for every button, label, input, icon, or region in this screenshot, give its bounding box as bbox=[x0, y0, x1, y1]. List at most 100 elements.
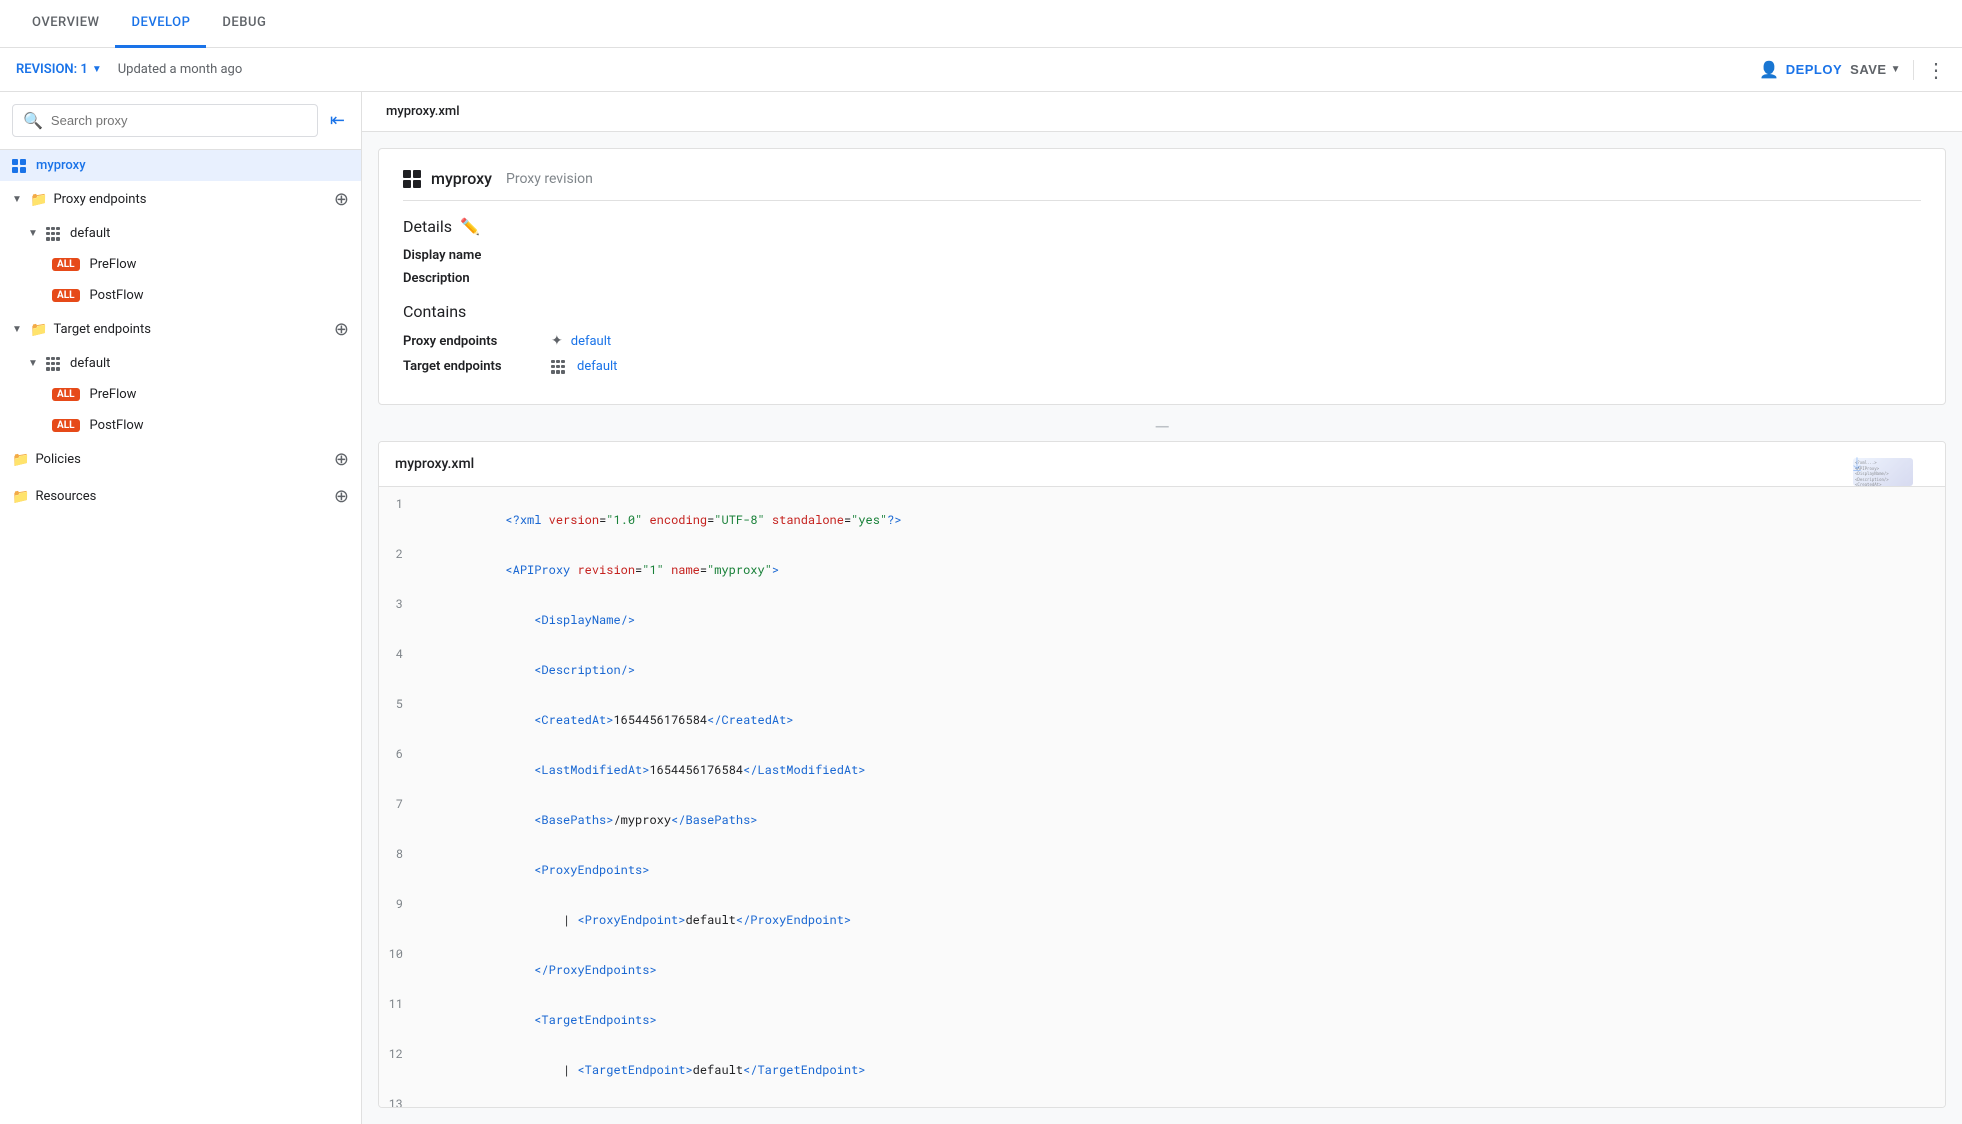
xml-line-4: 4 <Description/> bbox=[379, 645, 1945, 695]
description-row: Description bbox=[403, 271, 1921, 286]
xml-line-9: 9 | <ProxyEndpoint>default</ProxyEndpoin… bbox=[379, 895, 1945, 945]
sidebar-item-proxy-postflow[interactable]: ALL PostFlow bbox=[0, 280, 361, 311]
sidebar-item-target-preflow[interactable]: ALL PreFlow bbox=[0, 379, 361, 410]
proxy-endpoint-diamond-icon: ✦ bbox=[551, 333, 563, 349]
deploy-icon: 👤 bbox=[1759, 60, 1779, 80]
add-proxy-endpoint-icon[interactable]: ⊕ bbox=[334, 189, 349, 210]
revision-bar: REVISION: 1 ▼ Updated a month ago 👤 DEPL… bbox=[0, 48, 1962, 92]
collapse-sidebar-icon[interactable]: ⇤ bbox=[326, 106, 349, 135]
target-endpoint-default-link[interactable]: default bbox=[577, 359, 617, 374]
display-name-label: Display name bbox=[403, 248, 523, 263]
chevron-down-icon-target-default: ▼ bbox=[28, 358, 40, 369]
proxy-icon bbox=[12, 159, 26, 173]
tab-develop[interactable]: DEVELOP bbox=[115, 0, 206, 48]
proxy-endpoints-label: Proxy endpoints bbox=[53, 192, 327, 207]
xml-content: 1 <?xml version="1.0" encoding="UTF-8" s… bbox=[379, 487, 1945, 1108]
sidebar-item-proxy-preflow[interactable]: ALL PreFlow bbox=[0, 249, 361, 280]
contains-section: Contains Proxy endpoints ✦ default Targe… bbox=[403, 302, 1921, 374]
target-preflow-label: PreFlow bbox=[90, 387, 349, 402]
xml-line-13: 13 </TargetEndpoints> bbox=[379, 1095, 1945, 1108]
xml-line-11: 11 <TargetEndpoints> bbox=[379, 995, 1945, 1045]
sidebar-item-default-target[interactable]: ▼ default bbox=[0, 348, 361, 379]
tab-debug[interactable]: DEBUG bbox=[206, 0, 282, 48]
sidebar-item-policies[interactable]: 📁 Policies ⊕ bbox=[0, 441, 361, 478]
xml-line-1: 1 <?xml version="1.0" encoding="UTF-8" s… bbox=[379, 495, 1945, 545]
save-button[interactable]: SAVE ▼ bbox=[1850, 62, 1901, 77]
search-input-wrap[interactable]: 🔍 bbox=[12, 104, 318, 137]
all-badge-proxy-pre: ALL bbox=[52, 258, 80, 271]
all-badge-target-pre: ALL bbox=[52, 388, 80, 401]
proxy-detail-card: myproxy Proxy revision Details ✏️ Displa… bbox=[378, 148, 1946, 405]
chevron-down-icon: ▼ bbox=[12, 194, 24, 205]
policies-folder-icon: 📁 bbox=[12, 452, 29, 468]
resources-folder-icon: 📁 bbox=[12, 489, 29, 505]
add-target-endpoint-icon[interactable]: ⊕ bbox=[334, 319, 349, 340]
policies-label: Policies bbox=[35, 452, 327, 467]
main-layout: 🔍 ⇤ myproxy ▼ 📁 Proxy endpoints ⊕ ▼ bbox=[0, 92, 1962, 1124]
revision-selector[interactable]: REVISION: 1 ▼ bbox=[16, 62, 102, 77]
target-endpoints-contains-label: Target endpoints bbox=[403, 359, 543, 374]
divider bbox=[1913, 60, 1914, 80]
target-folder-icon: 📁 bbox=[30, 322, 47, 338]
display-name-row: Display name bbox=[403, 248, 1921, 263]
xml-line-3: 3 <DisplayName/> bbox=[379, 595, 1945, 645]
tab-overview[interactable]: OVERVIEW bbox=[16, 0, 115, 48]
xml-line-10: 10 </ProxyEndpoints> bbox=[379, 945, 1945, 995]
sidebar-item-target-endpoints[interactable]: ▼ 📁 Target endpoints ⊕ bbox=[0, 311, 361, 348]
folder-icon: 📁 bbox=[30, 192, 47, 208]
target-postflow-label: PostFlow bbox=[90, 418, 349, 433]
card-header: myproxy Proxy revision bbox=[403, 169, 1921, 201]
file-tab-bar: myproxy.xml bbox=[362, 92, 1962, 132]
target-endpoints-label: Target endpoints bbox=[53, 322, 327, 337]
card-proxy-name: myproxy bbox=[431, 169, 492, 188]
sidebar-search-bar: 🔍 ⇤ bbox=[0, 92, 361, 150]
xml-line-2: 2 <APIProxy revision="1" name="myproxy"> bbox=[379, 545, 1945, 595]
xml-header: myproxy.xml ⤓ <?xml...><APIProxy><Displa… bbox=[379, 442, 1945, 487]
card-proxy-icon bbox=[403, 170, 421, 188]
add-resource-icon[interactable]: ⊕ bbox=[334, 486, 349, 507]
deploy-button[interactable]: 👤 DEPLOY bbox=[1759, 60, 1842, 80]
default-target-label: default bbox=[70, 356, 349, 371]
all-badge-proxy-post: ALL bbox=[52, 289, 80, 302]
resources-label: Resources bbox=[35, 489, 327, 504]
xml-section-title: myproxy.xml bbox=[395, 456, 474, 472]
target-endpoints-contains-row: Target endpoints default bbox=[403, 359, 1921, 374]
contains-title: Contains bbox=[403, 302, 1921, 321]
edit-icon[interactable]: ✏️ bbox=[460, 217, 480, 236]
default-proxy-label: default bbox=[70, 226, 349, 241]
scroll-handle: — bbox=[362, 413, 1962, 441]
revision-actions: 👤 DEPLOY SAVE ▼ ⋮ bbox=[1759, 58, 1946, 82]
chevron-down-icon-proxy: ▼ bbox=[28, 228, 40, 239]
proxy-preflow-label: PreFlow bbox=[90, 257, 349, 272]
xml-line-12: 12 | <TargetEndpoint>default</TargetEndp… bbox=[379, 1045, 1945, 1095]
xml-line-7: 7 <BasePaths>/myproxy</BasePaths> bbox=[379, 795, 1945, 845]
all-badge-target-post: ALL bbox=[52, 419, 80, 432]
chevron-down-icon-target: ▼ bbox=[12, 324, 24, 335]
proxy-endpoints-contains-label: Proxy endpoints bbox=[403, 334, 543, 349]
search-input[interactable] bbox=[51, 113, 307, 128]
details-section-title: Details ✏️ bbox=[403, 217, 1921, 236]
proxy-endpoints-contains-row: Proxy endpoints ✦ default bbox=[403, 333, 1921, 349]
xml-section: myproxy.xml ⤓ <?xml...><APIProxy><Displa… bbox=[378, 441, 1946, 1108]
myproxy-label: myproxy bbox=[36, 158, 349, 173]
proxy-endpoint-default-link[interactable]: default bbox=[571, 334, 611, 349]
xml-line-6: 6 <LastModifiedAt>1654456176584</LastMod… bbox=[379, 745, 1945, 795]
sidebar-item-default-proxy[interactable]: ▼ default bbox=[0, 218, 361, 249]
sidebar-item-resources[interactable]: 📁 Resources ⊕ bbox=[0, 478, 361, 515]
sidebar-item-proxy-endpoints[interactable]: ▼ 📁 Proxy endpoints ⊕ bbox=[0, 181, 361, 218]
target-endpoint-grid-icon bbox=[551, 360, 565, 374]
target-endpoint-icon bbox=[46, 357, 60, 371]
search-icon: 🔍 bbox=[23, 111, 43, 130]
updated-timestamp: Updated a month ago bbox=[118, 62, 243, 77]
file-tab-myproxy-xml[interactable]: myproxy.xml bbox=[378, 104, 468, 119]
revision-chevron-icon: ▼ bbox=[92, 64, 102, 75]
description-label: Description bbox=[403, 271, 523, 286]
save-chevron-icon: ▼ bbox=[1891, 64, 1901, 75]
sidebar-item-myproxy[interactable]: myproxy bbox=[0, 150, 361, 181]
top-navigation: OVERVIEW DEVELOP DEBUG bbox=[0, 0, 1962, 48]
sidebar: 🔍 ⇤ myproxy ▼ 📁 Proxy endpoints ⊕ ▼ bbox=[0, 92, 362, 1124]
add-policy-icon[interactable]: ⊕ bbox=[334, 449, 349, 470]
sidebar-item-target-postflow[interactable]: ALL PostFlow bbox=[0, 410, 361, 441]
more-options-icon[interactable]: ⋮ bbox=[1926, 58, 1946, 82]
content-area: myproxy.xml myproxy Proxy revision Detai… bbox=[362, 92, 1962, 1124]
